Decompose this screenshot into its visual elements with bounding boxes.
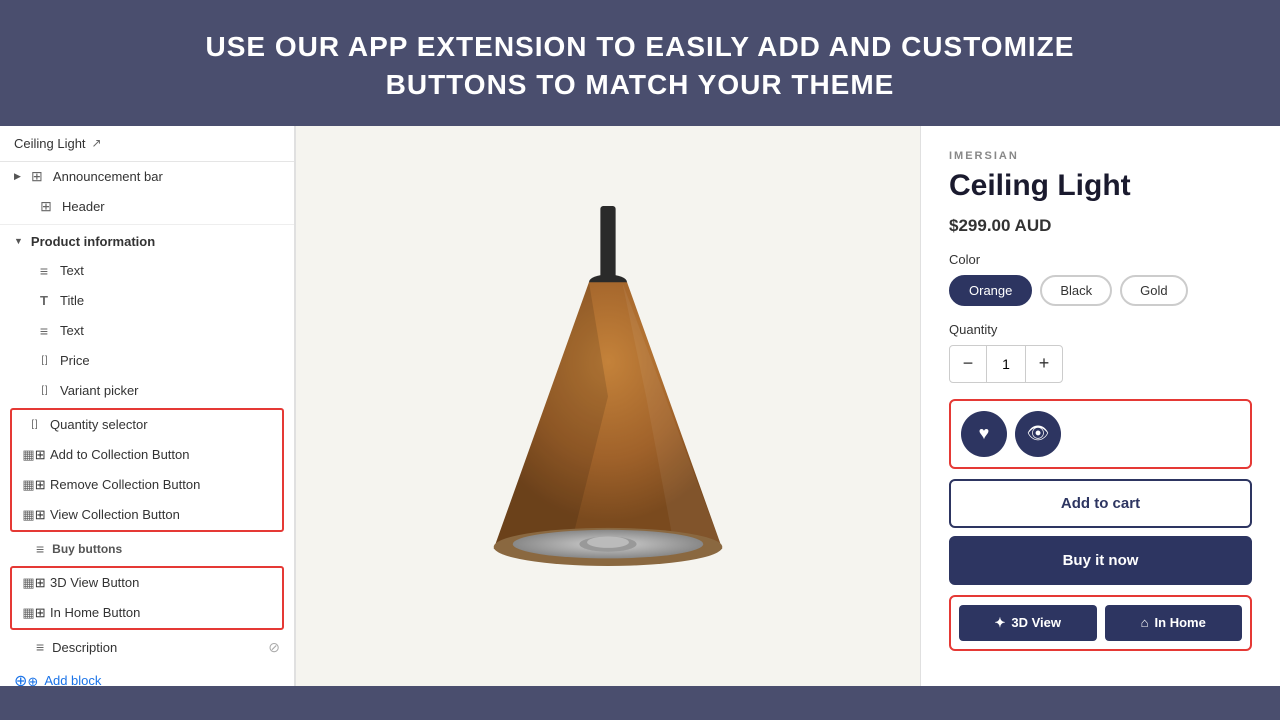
product-detail: IMERSIAN Ceiling Light $299.00 AUD Color…: [920, 126, 1280, 686]
color-gold-btn[interactable]: Gold: [1120, 275, 1187, 306]
main-area: Ceiling Light ↗ Announcement bar Header …: [0, 126, 1280, 686]
sidebar-label-view-collection: View Collection Button: [50, 507, 180, 522]
color-orange-btn[interactable]: Orange: [949, 275, 1032, 306]
quantity-increase-btn[interactable]: +: [1026, 346, 1062, 382]
sidebar-label-remove-collection: Remove Collection Button: [50, 477, 200, 492]
collection-buttons-box: ♥ 👁: [949, 399, 1252, 469]
plus-circle-icon: ⊕: [14, 671, 38, 686]
sidebar-item-remove-collection[interactable]: ⊞ Remove Collection Button: [12, 470, 282, 500]
3d-view-label: 3D View: [1011, 615, 1061, 630]
sidebar-label-text2: Text: [60, 323, 84, 338]
product-image: [448, 206, 768, 606]
sidebar-header[interactable]: Ceiling Light ↗: [0, 126, 294, 162]
3d-icon: ✦: [994, 615, 1005, 631]
sidebar-item-title[interactable]: Title: [0, 286, 294, 316]
app-icon-3d: ⊞: [26, 575, 42, 591]
bracket-icon-price: [36, 353, 52, 369]
eye-off-icon: ⊘: [268, 639, 280, 656]
add-collection-btn[interactable]: ♥: [961, 411, 1007, 457]
sidebar-item-view-collection[interactable]: ⊞ View Collection Button: [12, 500, 282, 530]
lines-icon-2: [36, 323, 52, 339]
home-icon: ⌂: [1141, 615, 1149, 630]
color-options: Orange Black Gold: [949, 275, 1252, 306]
sidebar-item-text1[interactable]: Text: [0, 256, 294, 286]
collection-red-box: Quantity selector ⊞ Add to Collection Bu…: [10, 408, 284, 532]
sidebar-label-header: Header: [62, 199, 105, 214]
quantity-value: 1: [986, 346, 1026, 382]
quantity-control: − 1 +: [949, 345, 1063, 383]
grid-icon: [29, 169, 45, 185]
buy-now-button[interactable]: Buy it now: [949, 536, 1252, 585]
sidebar-label-announcement: Announcement bar: [53, 169, 163, 184]
sidebar-label-price: Price: [60, 353, 90, 368]
title-icon: [36, 293, 52, 309]
buy-buttons-text: Buy buttons: [52, 542, 122, 556]
product-image-container: [358, 181, 858, 631]
sidebar-item-header[interactable]: Header: [0, 192, 294, 222]
banner-line1: USE OUR APP EXTENSION TO EASILY ADD AND …: [40, 28, 1240, 66]
product-price: $299.00 AUD: [949, 216, 1252, 236]
lines-icon-1: [36, 263, 52, 279]
app-icon-remove-collection: ⊞: [26, 477, 42, 493]
product-title: Ceiling Light: [949, 168, 1252, 204]
app-icon-view-collection: ⊞: [26, 507, 42, 523]
view-collection-btn[interactable]: 👁: [1015, 411, 1061, 457]
sidebar-label-description: Description: [52, 640, 117, 655]
sidebar-label-text1: Text: [60, 263, 84, 278]
add-to-cart-button[interactable]: Add to cart: [949, 479, 1252, 528]
divider-1: [0, 224, 294, 225]
external-link-icon: ↗: [92, 136, 102, 150]
sidebar-label-inhome: In Home Button: [50, 605, 140, 620]
grid-icon-header: [38, 199, 54, 215]
sidebar-label-add-collection: Add to Collection Button: [50, 447, 189, 462]
sidebar-label-product-info: Product information: [31, 234, 155, 249]
sidebar-item-add-collection[interactable]: ⊞ Add to Collection Button: [12, 440, 282, 470]
quantity-decrease-btn[interactable]: −: [950, 346, 986, 382]
sidebar-item-qty[interactable]: Quantity selector: [12, 410, 282, 440]
in-home-button[interactable]: ⌂ In Home: [1105, 605, 1243, 641]
eye-icon: 👁: [1027, 423, 1050, 444]
app-icon-inhome: ⊞: [26, 605, 42, 621]
page-title-link[interactable]: Ceiling Light: [14, 136, 86, 151]
sidebar-label-title: Title: [60, 293, 84, 308]
bracket-icon-qty: [26, 417, 42, 433]
sidebar-item-product-info[interactable]: Product information: [0, 227, 294, 256]
sidebar-item-3d[interactable]: ⊞ 3D View Button: [12, 568, 282, 598]
add-block-row[interactable]: ⊕ Add block: [0, 663, 294, 686]
lines-icon-desc: [36, 639, 44, 655]
sidebar-item-announcement[interactable]: Announcement bar: [0, 162, 294, 192]
sidebar-item-text2[interactable]: Text: [0, 316, 294, 346]
sidebar-label-3d: 3D View Button: [50, 575, 139, 590]
view-buttons-box: ✦ 3D View ⌂ In Home: [949, 595, 1252, 651]
sidebar-item-variant[interactable]: Variant picker: [0, 376, 294, 406]
app-icon-add-collection: ⊞: [26, 447, 42, 463]
3d-view-button[interactable]: ✦ 3D View: [959, 605, 1097, 641]
lines-icon-buy: [36, 541, 44, 557]
brand-name: IMERSIAN: [949, 150, 1252, 162]
banner: USE OUR APP EXTENSION TO EASILY ADD AND …: [0, 0, 1280, 126]
add-block-label: Add block: [44, 673, 101, 686]
heart-icon: ♥: [979, 423, 990, 444]
in-home-label: In Home: [1155, 615, 1206, 630]
buy-buttons-label[interactable]: Buy buttons: [0, 534, 294, 564]
color-label: Color: [949, 252, 1252, 267]
product-preview: [295, 126, 920, 686]
sidebar-item-inhome[interactable]: ⊞ In Home Button: [12, 598, 282, 628]
color-black-btn[interactable]: Black: [1040, 275, 1112, 306]
banner-line2: BUTTONS TO MATCH YOUR THEME: [40, 66, 1240, 104]
sidebar: Ceiling Light ↗ Announcement bar Header …: [0, 126, 295, 686]
sidebar-label-variant: Variant picker: [60, 383, 139, 398]
sidebar-item-description[interactable]: Description ⊘: [0, 632, 294, 663]
chevron-down-icon: [14, 236, 23, 247]
view-red-box: ⊞ 3D View Button ⊞ In Home Button: [10, 566, 284, 630]
sidebar-label-qty: Quantity selector: [50, 417, 148, 432]
chevron-right-icon: [14, 171, 21, 182]
sidebar-item-price[interactable]: Price: [0, 346, 294, 376]
quantity-label: Quantity: [949, 322, 1252, 337]
bracket-icon-variant: [36, 383, 52, 399]
